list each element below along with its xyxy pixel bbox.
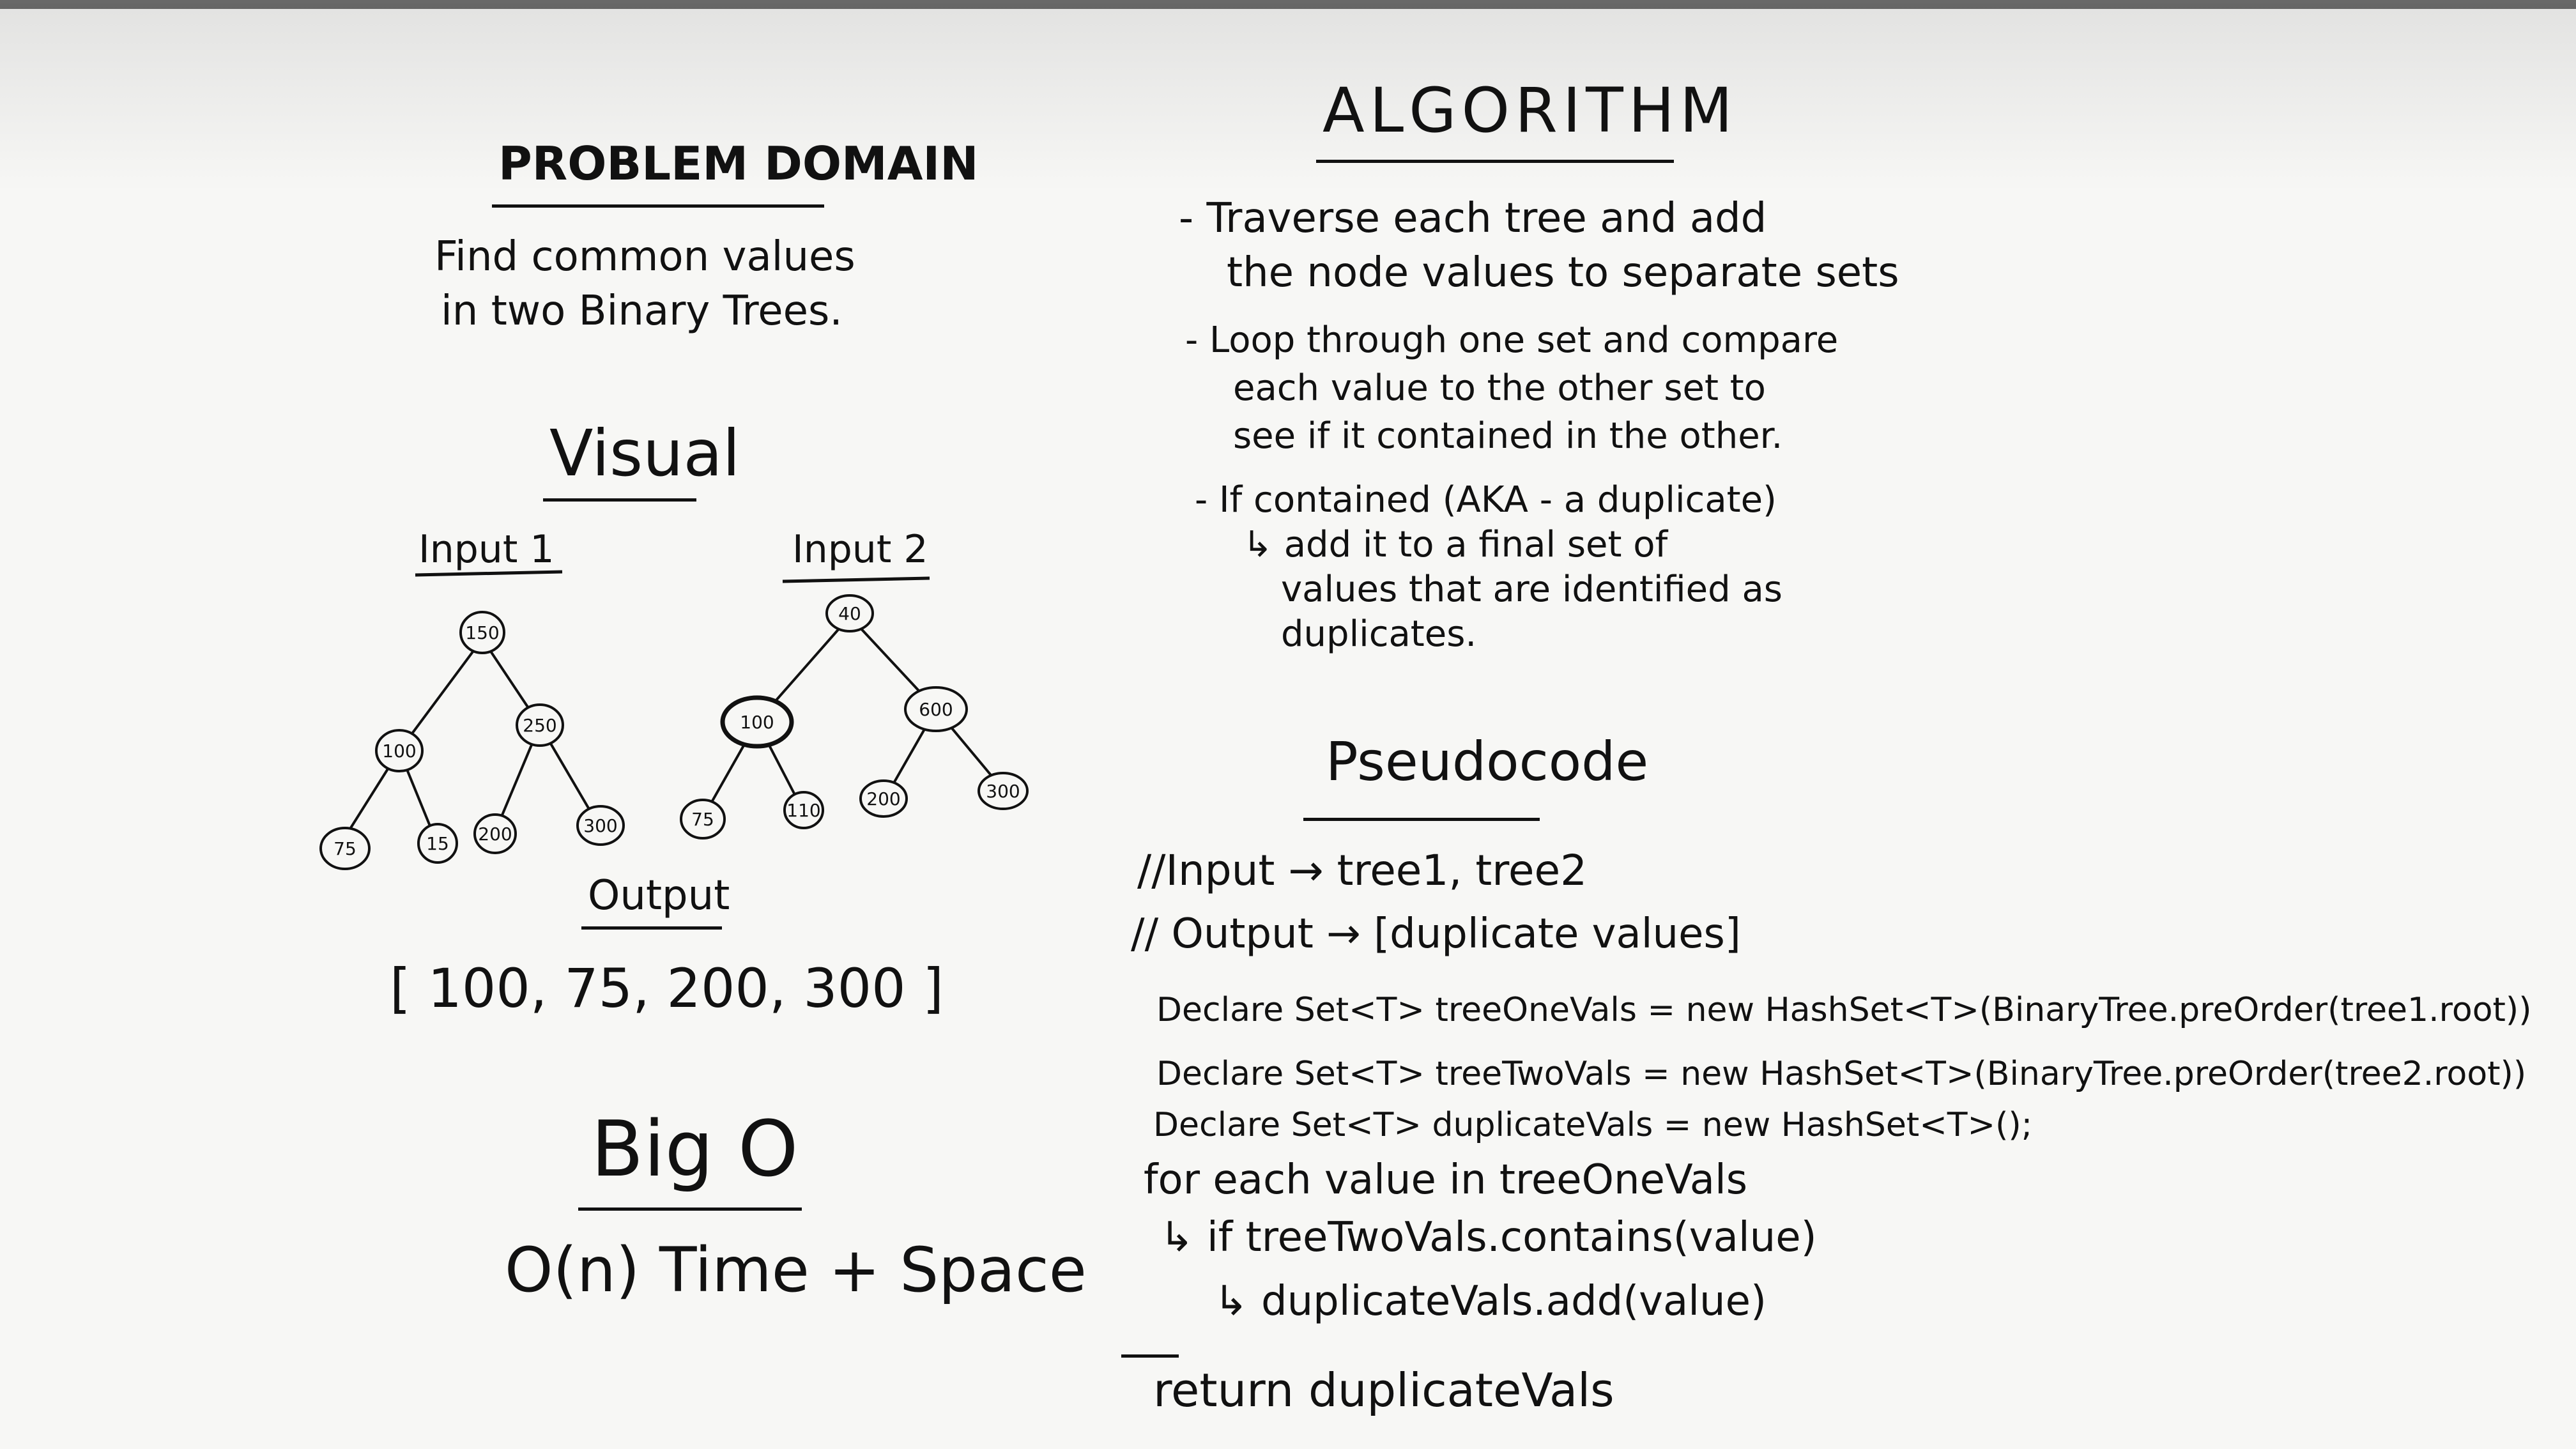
tree1-node-ll-value: 75 — [334, 838, 356, 859]
input1-label: Input 1 — [418, 527, 555, 572]
tree1-node-right-value: 250 — [523, 715, 556, 736]
input2-underline — [782, 576, 930, 583]
pseudocode-line-return: return duplicateVals — [1153, 1363, 1614, 1417]
algorithm-bullet-2-line-2: each value to the other set to — [1233, 367, 1766, 409]
pseudocode-line-add: ↳ duplicateVals.add(value) — [1214, 1278, 1767, 1325]
tree2-node-ll-value: 75 — [691, 809, 714, 830]
tree2-node-right-value: 600 — [919, 699, 953, 720]
input1-underline — [415, 570, 563, 577]
tree2-node-lr-value: 110 — [786, 800, 820, 821]
tree2-node-left-value: 100 — [740, 712, 774, 733]
pseudocode-line-output: // Output → [duplicate values] — [1131, 910, 1741, 958]
algorithm-bullet-1-line-2: the node values to separate sets — [1227, 249, 1899, 296]
visual-underline — [543, 498, 696, 502]
pseudocode-line-for-each: for each value in treeOneVals — [1144, 1156, 1748, 1204]
algorithm-bullet-3-line-1: - If contained (AKA - a duplicate) — [1195, 479, 1777, 521]
problem-domain-line-1: Find common values — [434, 233, 855, 280]
tree1-node-rl-value: 200 — [478, 824, 512, 845]
algorithm-bullet-1-line-1: - Traverse each tree and add — [1179, 195, 1767, 242]
problem-domain-underline — [492, 204, 824, 208]
pseudocode-return-mark — [1121, 1354, 1179, 1358]
big-o-underline — [578, 1208, 802, 1211]
algorithm-bullet-2-line-1: - Loop through one set and compare — [1185, 319, 1839, 361]
tree1-node-left-value: 100 — [382, 740, 416, 762]
output-underline — [581, 926, 722, 930]
algorithm-bullet-2-line-3: see if it contained in the other. — [1233, 415, 1783, 457]
algorithm-underline — [1316, 160, 1674, 163]
algorithm-title: ALGORITHM — [1322, 75, 1738, 146]
tree1-node-root-value: 150 — [465, 622, 499, 643]
tree-diagrams: Input 1 150 100 250 75 15 200 300 Input … — [319, 527, 1029, 870]
tree2-node-root-value: 40 — [838, 603, 861, 624]
whiteboard: PROBLEM DOMAIN Find common values in two… — [0, 0, 2576, 1449]
tree1-node-lr-value: 15 — [426, 833, 449, 854]
output-title: Output — [588, 872, 730, 919]
tree2-node-rl-value: 200 — [866, 788, 900, 809]
algorithm-bullet-3-line-4: duplicates. — [1281, 613, 1477, 655]
algorithm-bullet-3-line-2: ↳ add it to a final set of — [1243, 524, 1668, 565]
input2-label: Input 2 — [792, 527, 928, 572]
pseudocode-line-declare-tree-one: Declare Set<T> treeOneVals = new HashSet… — [1156, 991, 2532, 1029]
visual-title: Visual — [549, 416, 740, 491]
board-glare — [0, 0, 2576, 192]
pseudocode-title: Pseudocode — [1326, 730, 1649, 793]
problem-domain-line-2: in two Binary Trees. — [441, 288, 843, 335]
algorithm-bullet-3-line-3: values that are identified as — [1281, 569, 1782, 610]
tree2-node-rr-value: 300 — [986, 781, 1020, 802]
pseudocode-line-input: //Input → tree1, tree2 — [1137, 846, 1588, 895]
pseudocode-line-declare-tree-two: Declare Set<T> treeTwoVals = new HashSet… — [1156, 1055, 2527, 1093]
problem-domain-title: PROBLEM DOMAIN — [498, 137, 979, 190]
tree1-node-rr-value: 300 — [583, 815, 617, 836]
pseudocode-line-declare-duplicates: Declare Set<T> duplicateVals = new HashS… — [1153, 1106, 2033, 1144]
output-value: [ 100, 75, 200, 300 ] — [390, 957, 944, 1020]
pseudocode-line-if-contains: ↳ if treeTwoVals.contains(value) — [1160, 1214, 1817, 1261]
pseudocode-underline — [1303, 818, 1540, 821]
big-o-title: Big O — [591, 1105, 799, 1194]
big-o-value: O(n) Time + Space — [505, 1234, 1087, 1306]
